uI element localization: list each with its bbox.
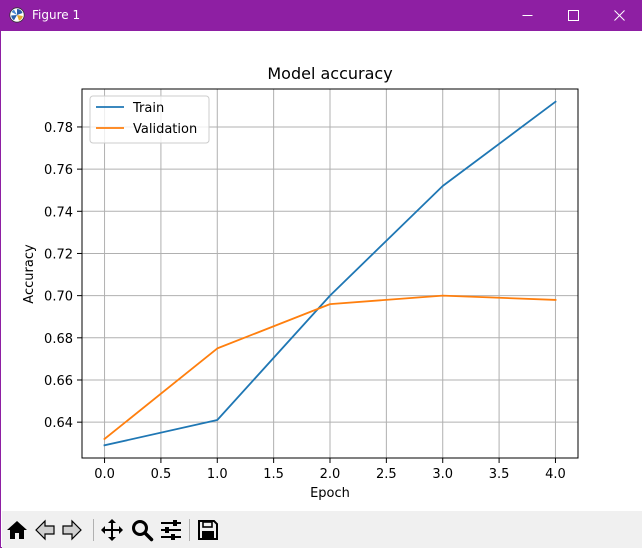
maximize-icon xyxy=(568,10,579,21)
configure-subplots-button[interactable] xyxy=(158,517,184,543)
zoom-icon xyxy=(132,520,154,542)
forward-icon xyxy=(62,519,82,541)
y-axis-label: Accuracy xyxy=(22,244,37,304)
window-title: Figure 1 xyxy=(32,8,81,22)
title-bar[interactable]: Figure 1 xyxy=(1,0,642,31)
legend-label-train: Train xyxy=(132,101,164,116)
minimize-button[interactable] xyxy=(505,0,551,31)
y-tick-label: 0.64 xyxy=(44,416,73,431)
x-tick-label: 0.0 xyxy=(94,467,115,482)
x-tick-label: 2.5 xyxy=(376,467,397,482)
forward-button[interactable] xyxy=(59,517,85,543)
save-icon xyxy=(198,520,218,540)
x-tick-label: 0.5 xyxy=(151,467,172,482)
zoom-button[interactable] xyxy=(129,517,155,543)
y-tick-label: 0.70 xyxy=(44,290,73,305)
toolbar-separator xyxy=(93,519,94,541)
configure-subplots-icon xyxy=(161,520,181,540)
minimize-icon xyxy=(522,15,533,16)
chart-title: Model accuracy xyxy=(267,64,392,83)
y-tick-label: 0.66 xyxy=(44,374,73,389)
navigation-toolbar xyxy=(2,511,642,548)
home-icon xyxy=(7,521,27,539)
toolbar-separator xyxy=(189,519,190,541)
legend: Train Validation xyxy=(89,95,210,144)
close-icon xyxy=(614,10,625,21)
x-tick-label: 3.5 xyxy=(489,467,510,482)
save-button[interactable] xyxy=(195,517,221,543)
axis-ticks: 0.0 0.5 1.0 1.5 2.0 2.5 3.0 3.5 4.0 0.64 0.66 0.68 0… xyxy=(44,121,566,482)
pan-icon xyxy=(101,519,123,541)
x-tick-label: 2.0 xyxy=(320,467,341,482)
x-tick-label: 3.0 xyxy=(432,467,453,482)
y-tick-label: 0.68 xyxy=(44,332,73,347)
y-tick-label: 0.78 xyxy=(44,121,73,136)
back-button[interactable] xyxy=(32,517,58,543)
figure-canvas[interactable]: 0.0 0.5 1.0 1.5 2.0 2.5 3.0 3.5 4.0 0.64 0.66 0.68 0… xyxy=(2,31,642,511)
back-icon xyxy=(35,519,55,541)
figure-window: Figure 1 0.0 0.5 1.0 1.5 2.0 2.5 3.0 3.5 4.0 0.64… xyxy=(0,0,642,548)
x-axis-label: Epoch xyxy=(310,486,350,501)
y-tick-label: 0.74 xyxy=(44,205,73,220)
y-tick-label: 0.76 xyxy=(44,163,73,178)
home-button[interactable] xyxy=(4,517,30,543)
x-tick-label: 1.5 xyxy=(263,467,284,482)
x-tick-label: 4.0 xyxy=(545,467,566,482)
x-tick-label: 1.0 xyxy=(207,467,228,482)
pan-button[interactable] xyxy=(99,517,125,543)
close-button[interactable] xyxy=(597,0,642,31)
matplotlib-logo-icon xyxy=(9,7,25,23)
accuracy-chart: 0.0 0.5 1.0 1.5 2.0 2.5 3.0 3.5 4.0 0.64 0.66 0.68 0… xyxy=(22,64,579,501)
grid xyxy=(82,89,578,458)
maximize-button[interactable] xyxy=(551,0,597,31)
y-tick-label: 0.72 xyxy=(44,247,73,262)
legend-label-validation: Validation xyxy=(133,122,197,137)
